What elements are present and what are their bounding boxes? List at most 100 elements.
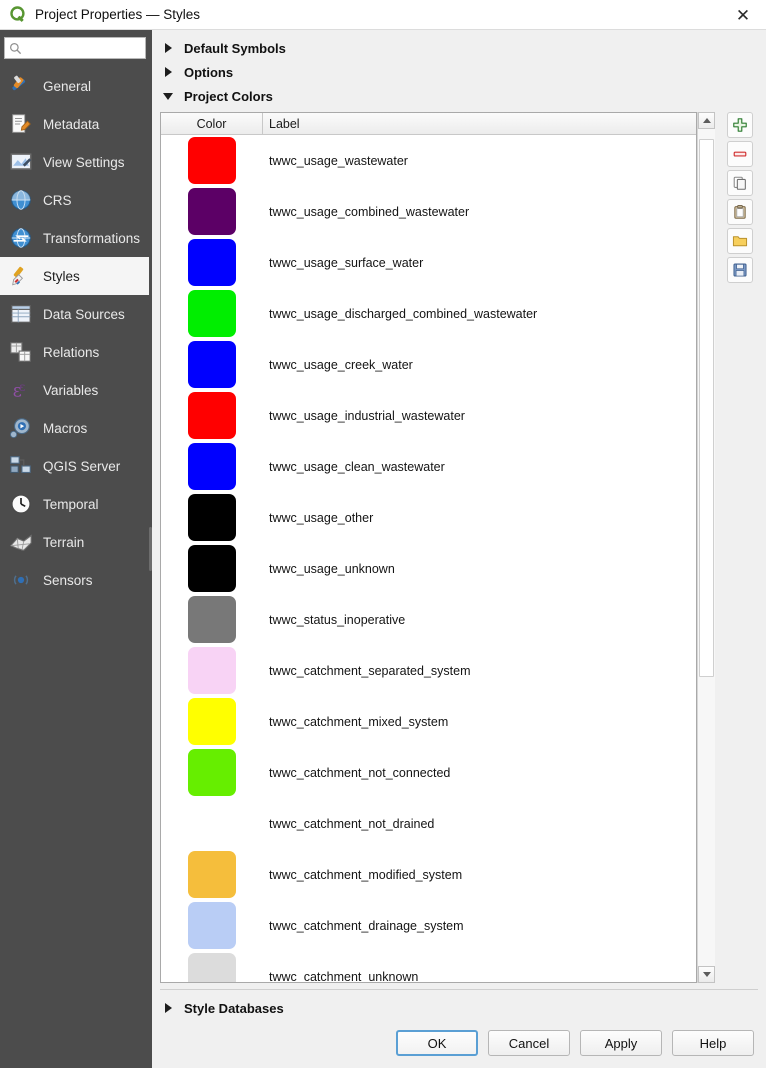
table-row[interactable]: twwc_usage_creek_water	[161, 339, 696, 390]
sidebar-item-temporal[interactable]: Temporal	[0, 485, 152, 523]
color-swatch[interactable]	[188, 443, 236, 490]
color-label-cell[interactable]: twwc_catchment_not_connected	[263, 766, 696, 780]
server-network-icon	[10, 456, 31, 474]
table-row[interactable]: twwc_catchment_unknown	[161, 951, 696, 982]
sidebar-item-view-settings[interactable]: View Settings	[0, 143, 152, 181]
table-row[interactable]: twwc_usage_industrial_wastewater	[161, 390, 696, 441]
color-swatch[interactable]	[188, 341, 236, 388]
section-header-default-symbols[interactable]: Default Symbols	[160, 36, 758, 60]
apply-button[interactable]: Apply	[580, 1030, 662, 1056]
remove-color-button[interactable]	[727, 141, 753, 167]
color-swatch[interactable]	[188, 749, 236, 796]
color-label-cell[interactable]: twwc_usage_combined_wastewater	[263, 205, 696, 219]
colors-vertical-scrollbar[interactable]	[697, 112, 715, 983]
color-label-cell[interactable]: twwc_catchment_unknown	[263, 970, 696, 983]
table-row[interactable]: twwc_catchment_separated_system	[161, 645, 696, 696]
scroll-up-button[interactable]	[698, 112, 715, 129]
scrollbar-track[interactable]	[698, 129, 715, 966]
color-label-cell[interactable]: twwc_usage_unknown	[263, 562, 696, 576]
table-row[interactable]: twwc_status_inoperative	[161, 594, 696, 645]
color-swatch[interactable]	[188, 647, 236, 694]
export-colors-button[interactable]	[727, 257, 753, 283]
table-row[interactable]: twwc_usage_unknown	[161, 543, 696, 594]
scrollbar-thumb[interactable]	[699, 139, 714, 677]
table-row[interactable]: twwc_catchment_not_drained	[161, 798, 696, 849]
color-label-cell[interactable]: twwc_catchment_drainage_system	[263, 919, 696, 933]
color-swatch[interactable]	[188, 392, 236, 439]
section-header-style-databases[interactable]: Style Databases	[160, 996, 758, 1020]
color-swatch[interactable]	[188, 953, 236, 982]
sidebar-item-metadata[interactable]: Metadata	[0, 105, 152, 143]
gear-play-icon	[8, 415, 34, 441]
scroll-down-button[interactable]	[698, 966, 715, 983]
sidebar-item-styles[interactable]: Styles	[0, 257, 152, 295]
copy-colors-button[interactable]	[727, 170, 753, 196]
table-row[interactable]: twwc_catchment_mixed_system	[161, 696, 696, 747]
table-row[interactable]: twwc_usage_other	[161, 492, 696, 543]
sidebar-item-transformations[interactable]: Transformations	[0, 219, 152, 257]
table-row[interactable]: twwc_catchment_drainage_system	[161, 900, 696, 951]
table-row[interactable]: twwc_usage_combined_wastewater	[161, 186, 696, 237]
color-swatch[interactable]	[188, 239, 236, 286]
two-tables-icon	[10, 342, 31, 362]
sidebar-search-box[interactable]	[4, 37, 146, 59]
terrain-mesh-icon	[9, 534, 32, 551]
color-swatch[interactable]	[188, 188, 236, 235]
column-header-color[interactable]: Color	[161, 113, 263, 134]
color-label-cell[interactable]: twwc_catchment_modified_system	[263, 868, 696, 882]
color-swatch[interactable]	[188, 290, 236, 337]
color-label-cell[interactable]: twwc_usage_discharged_combined_wastewate…	[263, 307, 696, 321]
color-cell	[161, 494, 263, 541]
sidebar-item-sensors[interactable]: Sensors	[0, 561, 152, 599]
color-label-cell[interactable]: twwc_catchment_not_drained	[263, 817, 696, 831]
import-colors-button[interactable]	[727, 228, 753, 254]
color-swatch[interactable]	[188, 545, 236, 592]
sidebar-item-terrain[interactable]: Terrain	[0, 523, 152, 561]
table-row[interactable]: twwc_catchment_modified_system	[161, 849, 696, 900]
color-swatch[interactable]	[188, 596, 236, 643]
table-row[interactable]: twwc_usage_surface_water	[161, 237, 696, 288]
sidebar-item-crs[interactable]: CRS	[0, 181, 152, 219]
cancel-button[interactable]: Cancel	[488, 1030, 570, 1056]
ok-button[interactable]: OK	[396, 1030, 478, 1056]
color-label-cell[interactable]: twwc_usage_industrial_wastewater	[263, 409, 696, 423]
column-header-label[interactable]: Label	[263, 113, 696, 134]
dialog-button-bar: OK Cancel Apply Help	[160, 1020, 758, 1068]
table-row[interactable]: twwc_catchment_not_connected	[161, 747, 696, 798]
section-header-options[interactable]: Options	[160, 60, 758, 84]
table-row[interactable]: twwc_usage_wastewater	[161, 135, 696, 186]
sidebar-item-general[interactable]: General	[0, 67, 152, 105]
color-label-cell[interactable]: twwc_usage_creek_water	[263, 358, 696, 372]
color-label-cell[interactable]: twwc_catchment_separated_system	[263, 664, 696, 678]
color-label-cell[interactable]: twwc_usage_surface_water	[263, 256, 696, 270]
color-swatch[interactable]	[188, 902, 236, 949]
add-color-button[interactable]	[727, 112, 753, 138]
sidebar-item-relations[interactable]: Relations	[0, 333, 152, 371]
section-header-project-colors[interactable]: Project Colors	[160, 84, 758, 108]
sidebar-item-variables[interactable]: ε ε Variables	[0, 371, 152, 409]
color-label-cell[interactable]: twwc_catchment_mixed_system	[263, 715, 696, 729]
sidebar-item-data-sources[interactable]: Data Sources	[0, 295, 152, 333]
color-label-cell[interactable]: twwc_usage_wastewater	[263, 154, 696, 168]
clock-icon	[8, 491, 34, 517]
color-swatch[interactable]	[188, 698, 236, 745]
table-row[interactable]: twwc_usage_clean_wastewater	[161, 441, 696, 492]
color-swatch[interactable]	[188, 851, 236, 898]
color-label-cell[interactable]: twwc_status_inoperative	[263, 613, 696, 627]
color-cell	[161, 290, 263, 337]
sidebar-splitter-handle[interactable]	[149, 30, 152, 1068]
table-row[interactable]: twwc_usage_discharged_combined_wastewate…	[161, 288, 696, 339]
color-swatch[interactable]	[188, 800, 236, 847]
sidebar-item-macros[interactable]: Macros	[0, 409, 152, 447]
color-label-cell[interactable]: twwc_usage_other	[263, 511, 696, 525]
color-swatch[interactable]	[188, 494, 236, 541]
sidebar-item-qgis-server[interactable]: QGIS Server	[0, 447, 152, 485]
close-icon[interactable]: ✕	[720, 0, 766, 30]
search-input[interactable]	[25, 40, 141, 56]
globe-icon	[11, 190, 31, 210]
sidebar-item-label: View Settings	[43, 154, 125, 170]
color-label-cell[interactable]: twwc_usage_clean_wastewater	[263, 460, 696, 474]
color-swatch[interactable]	[188, 137, 236, 184]
help-button[interactable]: Help	[672, 1030, 754, 1056]
paste-colors-button[interactable]	[727, 199, 753, 225]
